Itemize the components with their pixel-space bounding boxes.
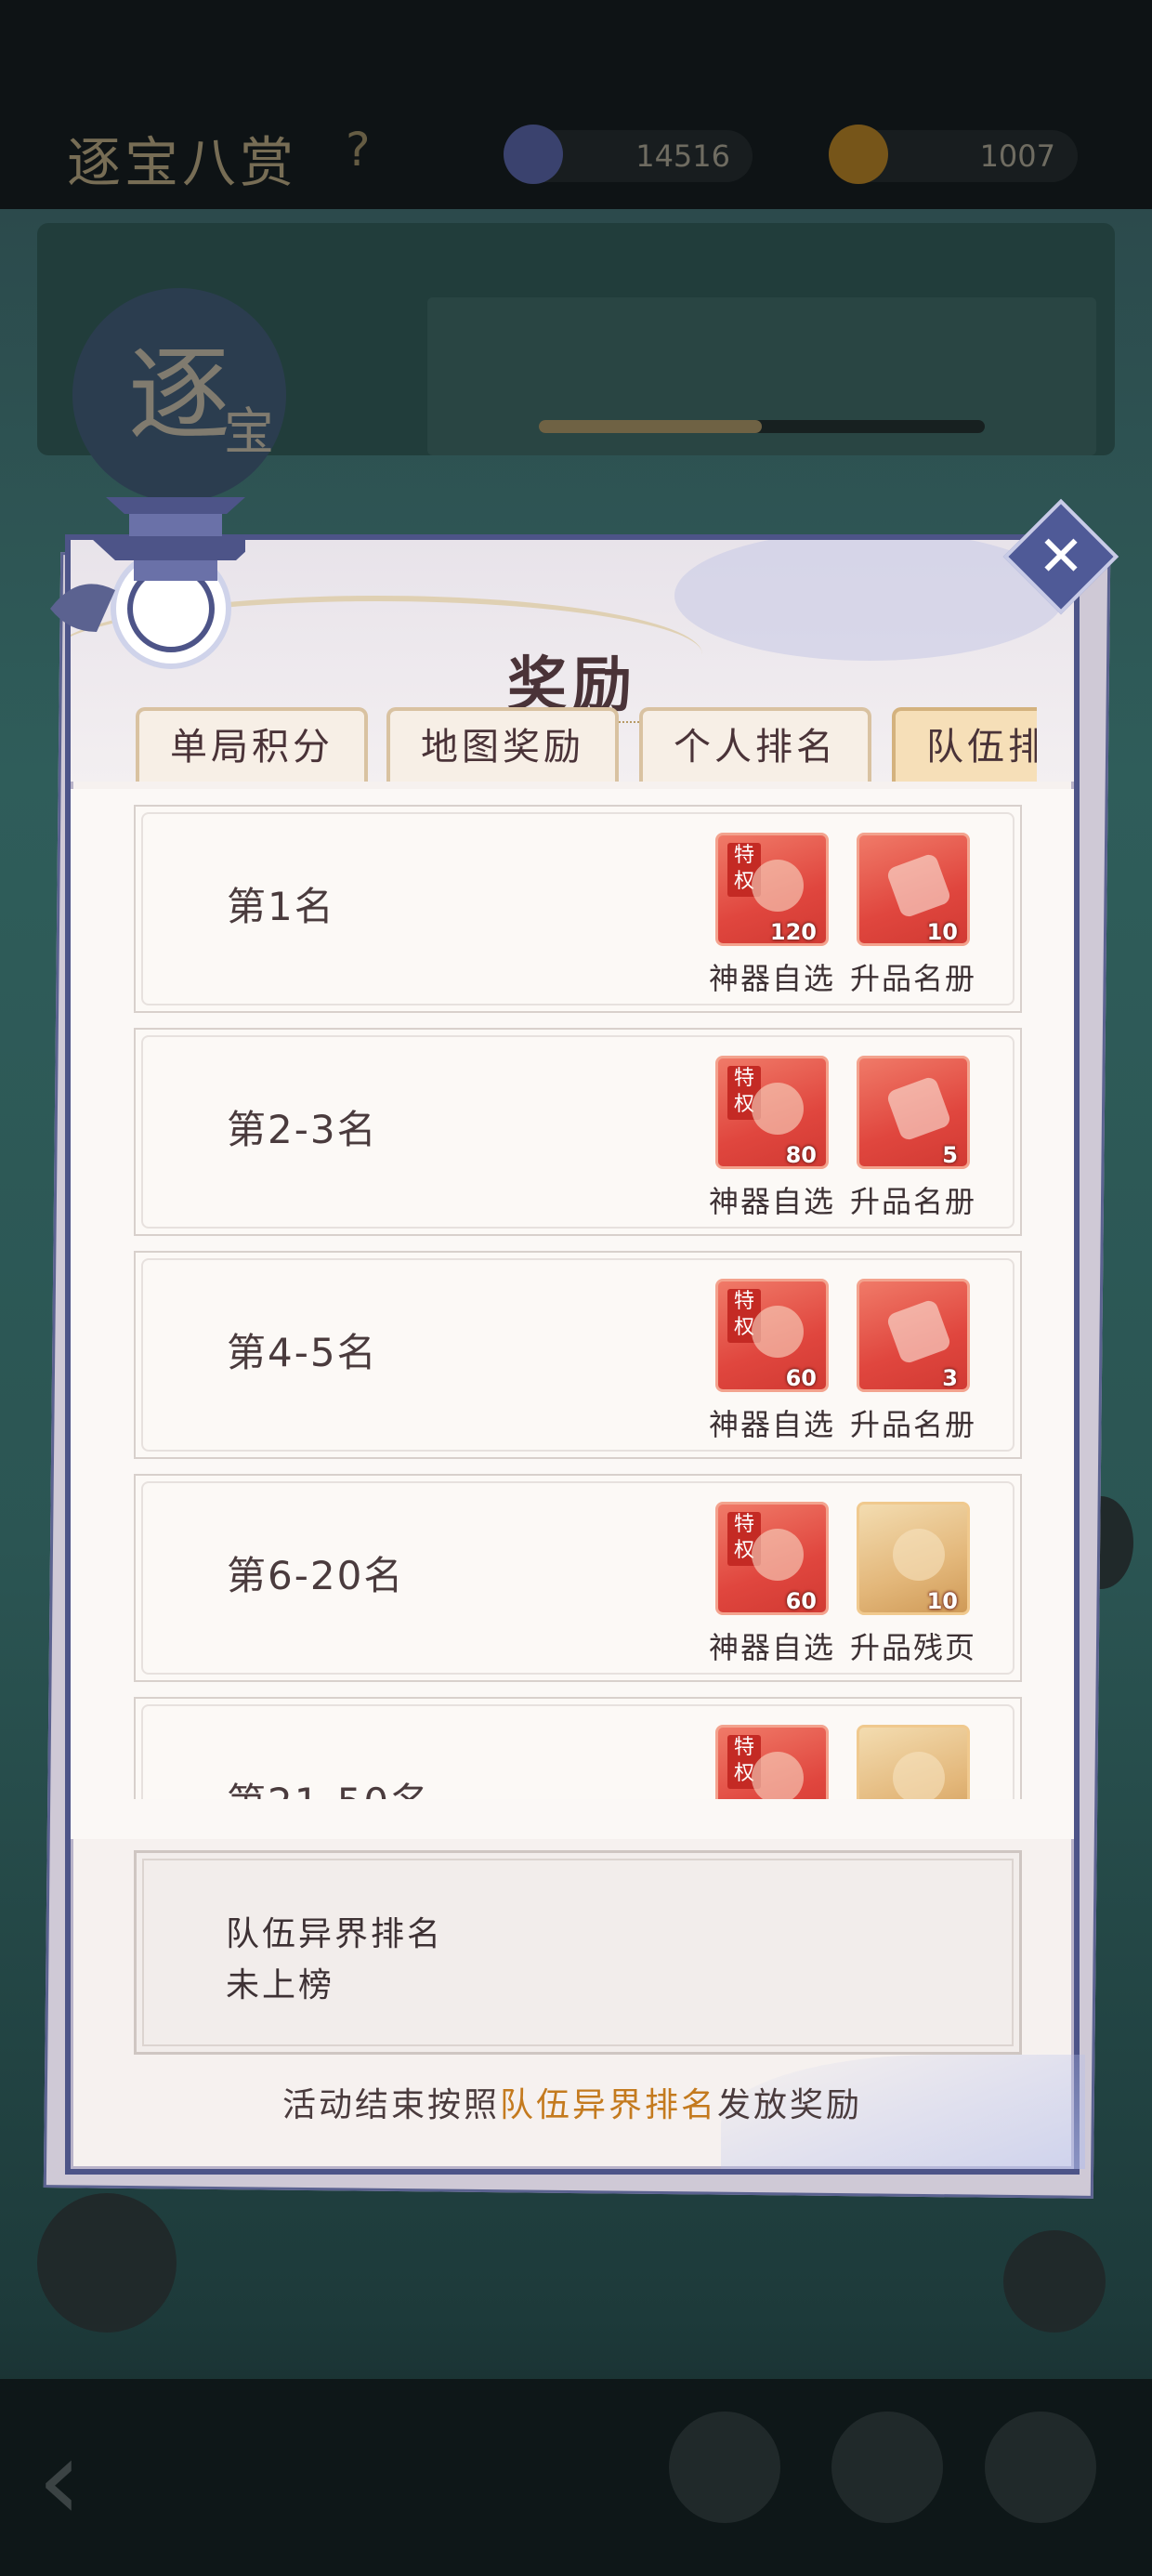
- item-name: 神器自选: [708, 1407, 835, 1442]
- reward-row: 第21-50名 特权: [134, 1697, 1022, 1799]
- item-count: 3: [942, 1365, 958, 1391]
- side-button-left[interactable]: [37, 2193, 177, 2333]
- artifact-select-icon: 特权 120: [715, 833, 829, 946]
- tab-map-reward[interactable]: 地图奖励: [386, 707, 619, 782]
- fragment-glyph-icon: [893, 1752, 945, 1799]
- progress-bar: [539, 420, 985, 433]
- resource-value: 1007: [979, 138, 1055, 174]
- artifact-select-icon: 特权 60: [715, 1279, 829, 1392]
- reward-item-upgrade-roster[interactable]: 10 升品名册: [850, 833, 975, 1000]
- item-count: 10: [926, 919, 958, 945]
- tab-team-rank[interactable]: 队伍排名: [892, 707, 1037, 782]
- item-name: 升品名册: [849, 1184, 976, 1219]
- tab-personal-rank[interactable]: 个人排名: [639, 707, 871, 782]
- artifact-glyph-icon: [752, 1752, 804, 1799]
- reward-item-artifact-select[interactable]: 特权 80 神器自选: [709, 1056, 833, 1223]
- event-title: 逐宝八赏: [67, 131, 298, 194]
- side-button-right[interactable]: [1003, 2230, 1106, 2333]
- reward-row: 第6-20名 特权 60 神器自选 10 升品残页: [134, 1474, 1022, 1682]
- scroll-glyph-icon: [885, 1298, 952, 1365]
- scroll-glyph-icon: [885, 1075, 952, 1142]
- item-name: 神器自选: [708, 1630, 835, 1665]
- my-team-rank-panel: 队伍异界排名 未上榜: [134, 1850, 1022, 2055]
- scroll-icon: 5: [857, 1056, 970, 1169]
- back-arrow-icon[interactable]: ‹: [37, 2425, 149, 2537]
- reward-item-artifact-select[interactable]: 特权 60 神器自选: [709, 1279, 833, 1446]
- fragment-glyph-icon: [893, 1529, 945, 1581]
- help-icon[interactable]: ?: [346, 123, 371, 177]
- reward-row: 第4-5名 特权 60 神器自选 3 升品名册: [134, 1251, 1022, 1459]
- soul-crystal-icon: [504, 125, 563, 184]
- bottom-nav-button-1[interactable]: [669, 2412, 780, 2523]
- item-count: 80: [785, 1142, 817, 1168]
- item-count: 120: [769, 919, 817, 945]
- rank-label: 第1名: [227, 884, 335, 929]
- reward-item-upgrade-roster[interactable]: 5 升品名册: [850, 1056, 975, 1223]
- scroll-glyph-icon: [885, 852, 952, 919]
- my-rank-status: 未上榜: [226, 1966, 335, 2004]
- item-name: 神器自选: [708, 961, 835, 996]
- artifact-glyph-icon: [752, 1083, 804, 1135]
- footnote-text-end: 发放奖励: [717, 2086, 863, 2124]
- resource-soul-crystal[interactable]: 14516: [504, 125, 753, 184]
- reward-item-artifact-select[interactable]: 特权 60 神器自选: [709, 1502, 833, 1669]
- bottom-nav-button-3[interactable]: [985, 2412, 1096, 2523]
- reward-dialog: 奖励 单局积分 地图奖励 个人排名 队伍排名 第1名 特权 120 神器自选: [65, 534, 1085, 2175]
- footnote-text: 活动结束按照: [281, 2086, 500, 2124]
- pavilion-ornament-icon: [50, 497, 245, 669]
- tab-single-score[interactable]: 单局积分: [136, 707, 368, 782]
- reward-row: 第1名 特权 120 神器自选 10 升品名册: [134, 805, 1022, 1013]
- tab-bar: 单局积分 地图奖励 个人排名 队伍排名: [136, 707, 1037, 782]
- reward-row: 第2-3名 特权 80 神器自选 5 升品名册: [134, 1028, 1022, 1236]
- reward-item-upgrade-fragment[interactable]: [853, 1725, 974, 1799]
- reward-content: 第1名 特权 120 神器自选 10 升品名册 第2-3名 特权 80 神器自选…: [71, 789, 1074, 1839]
- item-name: 升品名册: [849, 961, 976, 996]
- scroll-icon: 10: [857, 833, 970, 946]
- my-rank-label: 队伍异界排名: [226, 1915, 444, 1953]
- artifact-select-icon: 特权 80: [715, 1056, 829, 1169]
- fragment-icon: [857, 1725, 970, 1799]
- item-count: 60: [785, 1365, 817, 1391]
- reward-item-artifact-select[interactable]: 特权: [712, 1725, 832, 1799]
- footnote-highlight: 队伍异界排名: [499, 2086, 717, 2124]
- artifact-glyph-icon: [752, 1306, 804, 1358]
- resource-energy[interactable]: 1007: [829, 125, 1078, 184]
- item-count: 10: [926, 1588, 958, 1614]
- reward-item-upgrade-roster[interactable]: 3 升品名册: [850, 1279, 975, 1446]
- rank-label: 第6-20名: [227, 1553, 405, 1598]
- close-icon: ✕: [1037, 524, 1085, 589]
- scroll-icon: 3: [857, 1279, 970, 1392]
- reward-item-artifact-select[interactable]: 特权 120 神器自选: [709, 833, 833, 1000]
- reward-footnote: 活动结束按照队伍异界排名发放奖励: [71, 2078, 1074, 2126]
- item-name: 升品残页: [849, 1630, 976, 1665]
- fragment-icon: 10: [857, 1502, 970, 1615]
- artifact-select-icon: 特权: [715, 1725, 829, 1799]
- resource-value: 14516: [635, 138, 730, 174]
- item-name: 升品名册: [849, 1407, 976, 1442]
- artifact-select-icon: 特权 60: [715, 1502, 829, 1615]
- rank-label: 第21-50名: [227, 1771, 431, 1799]
- artifact-glyph-icon: [752, 860, 804, 912]
- item-name: 神器自选: [708, 1184, 835, 1219]
- bottom-bar: [0, 2379, 1152, 2576]
- item-count: 60: [785, 1588, 817, 1614]
- reward-item-upgrade-fragment[interactable]: 10 升品残页: [850, 1502, 975, 1669]
- bottom-nav-button-2[interactable]: [831, 2412, 943, 2523]
- item-count: 5: [942, 1142, 958, 1168]
- artifact-glyph-icon: [752, 1529, 804, 1581]
- reward-list[interactable]: 第1名 特权 120 神器自选 10 升品名册 第2-3名 特权 80 神器自选…: [134, 805, 1022, 1799]
- rank-label: 第4-5名: [227, 1330, 378, 1375]
- lightning-energy-icon: [829, 125, 888, 184]
- rank-label: 第2-3名: [227, 1107, 378, 1152]
